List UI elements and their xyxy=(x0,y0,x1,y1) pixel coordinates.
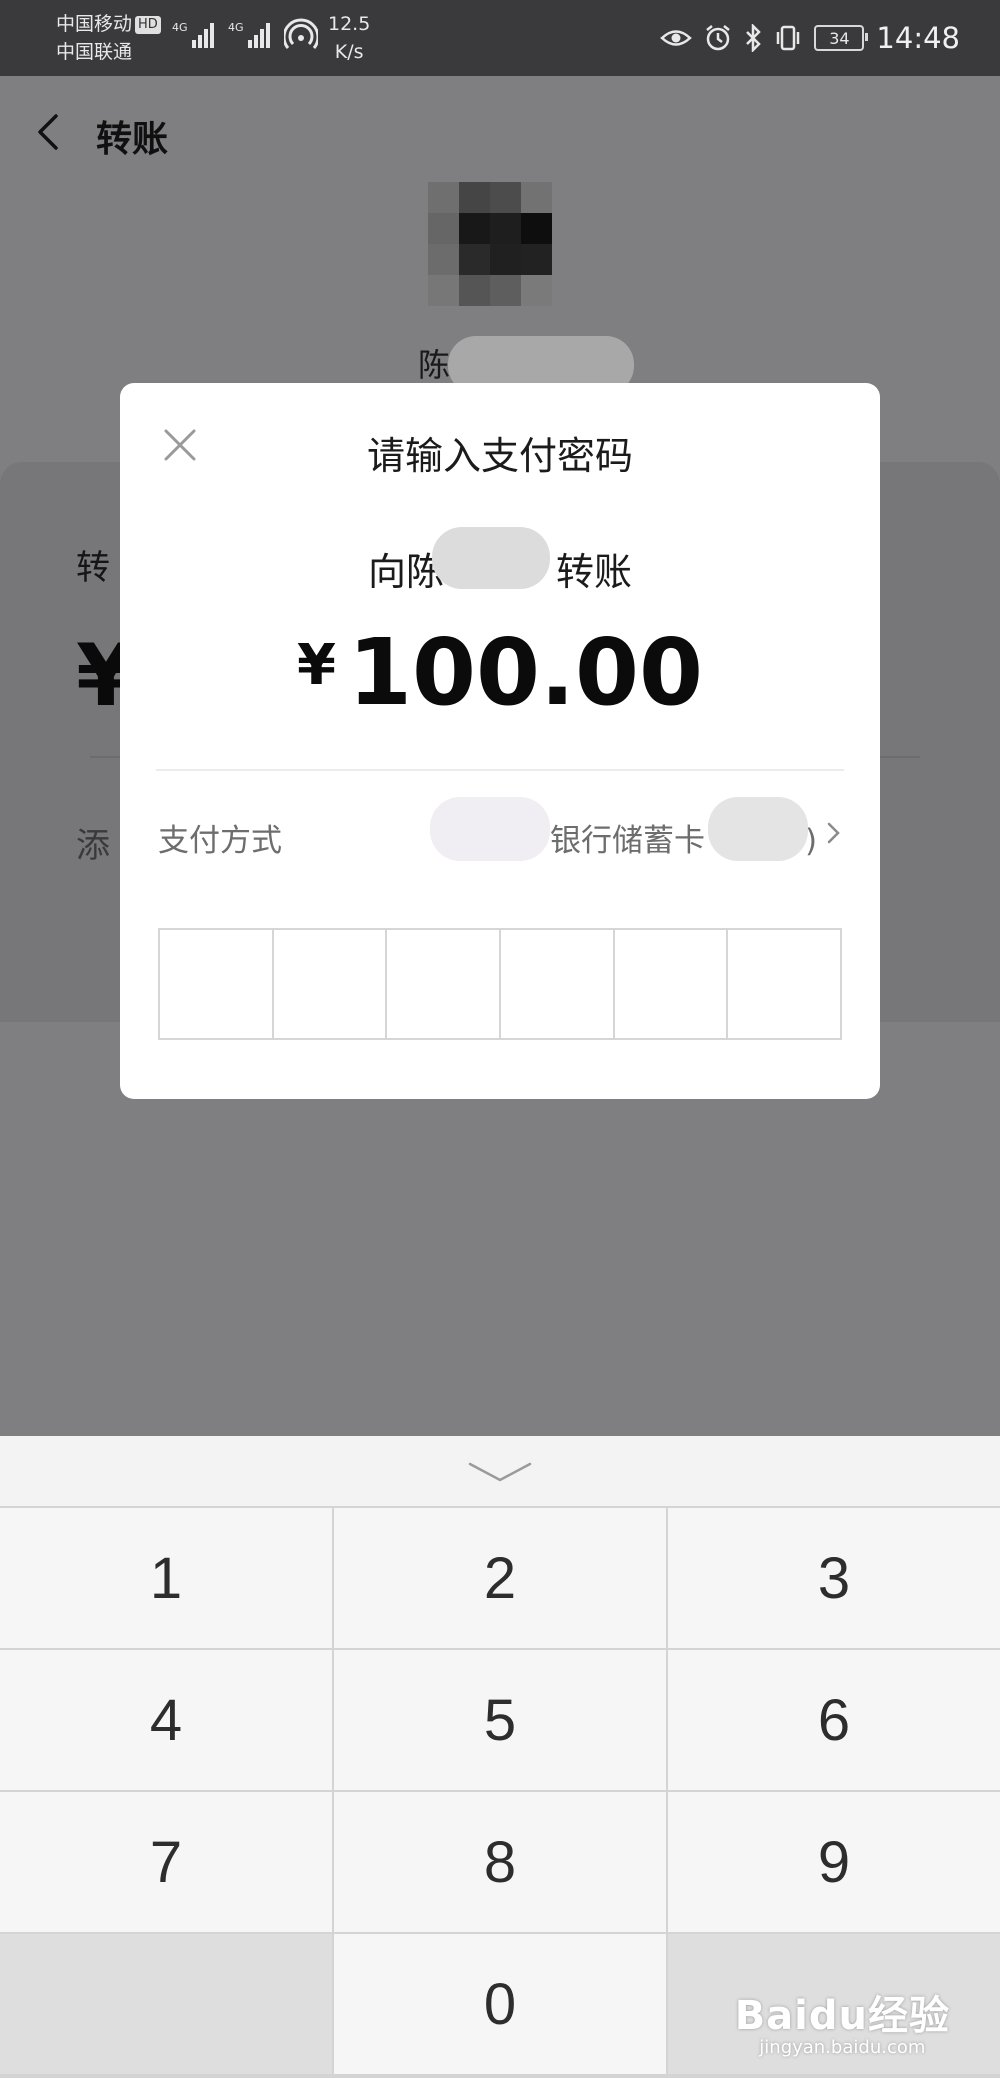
amount-value: 100.00 xyxy=(347,619,703,726)
currency-symbol: ¥ xyxy=(297,633,336,698)
page-title: 转账 xyxy=(96,119,169,160)
recipient-name: 陈 xyxy=(418,346,451,384)
recipient-redaction xyxy=(432,527,550,589)
key-4[interactable]: 4 xyxy=(0,1650,332,1790)
password-digit-box xyxy=(728,930,840,1038)
bluetooth-icon xyxy=(746,24,762,52)
net-tag-1: 4G xyxy=(172,21,188,34)
payment-method-card: 银行储蓄卡 xyxy=(550,823,705,859)
transfer-amount: ¥100.00 xyxy=(120,619,880,726)
watermark-brand: Baidu经验 xyxy=(734,1993,950,2039)
network-speed: 12.5 K/s xyxy=(328,10,370,66)
card-number-redaction xyxy=(708,797,808,861)
vibrate-icon xyxy=(777,25,800,51)
signal-4g-icon-2: 4G xyxy=(228,21,270,48)
key-blank xyxy=(0,1934,332,2074)
alarm-icon xyxy=(706,25,731,51)
password-digit-box xyxy=(387,930,502,1038)
payment-method-label: 支付方式 xyxy=(158,823,282,859)
battery-level: 34 xyxy=(829,28,850,48)
numeric-keypad: 1 2 3 4 5 6 7 8 9 0 Baidu经验 jingyan.baid… xyxy=(0,1436,1000,2078)
password-input[interactable] xyxy=(158,928,842,1040)
chevron-right-icon[interactable] xyxy=(825,819,843,847)
signal-4g-icon: 4G xyxy=(172,21,214,48)
watermark-url: jingyan.baidu.com xyxy=(759,2037,926,2058)
add-note-link[interactable]: 添 xyxy=(76,818,110,867)
avatar xyxy=(428,182,552,306)
key-0[interactable]: 0 xyxy=(334,1934,666,2074)
net-tag-2: 4G xyxy=(228,21,244,34)
password-digit-box xyxy=(160,930,274,1038)
carrier-2: 中国联通 xyxy=(56,41,133,63)
dialog-title: 请输入支付密码 xyxy=(366,434,633,478)
key-7[interactable]: 7 xyxy=(0,1792,332,1932)
speed-unit: K/s xyxy=(334,41,364,63)
speed-value: 12.5 xyxy=(328,13,371,35)
key-1[interactable]: 1 xyxy=(0,1508,332,1648)
eye-comfort-icon xyxy=(660,30,693,46)
key-8[interactable]: 8 xyxy=(334,1792,666,1932)
password-digit-box xyxy=(615,930,729,1038)
back-icon[interactable] xyxy=(30,112,70,152)
carrier-info: 中国移动 HD 中国联通 xyxy=(56,10,161,66)
key-9[interactable]: 9 xyxy=(668,1792,1000,1932)
bank-name-redaction xyxy=(430,797,550,861)
hd-badge: HD xyxy=(135,15,161,34)
key-2[interactable]: 2 xyxy=(334,1508,666,1648)
hotspot-icon xyxy=(284,18,318,49)
transfer-amount-label: 转 xyxy=(76,548,110,588)
status-icons: 34 14:48 xyxy=(660,16,960,60)
transfer-to-suffix: 转账 xyxy=(556,550,633,594)
key-5[interactable]: 5 xyxy=(334,1650,666,1790)
password-digit-box xyxy=(274,930,388,1038)
carrier-1: 中国移动 xyxy=(56,13,133,35)
key-6[interactable]: 6 xyxy=(668,1650,1000,1790)
status-time: 14:48 xyxy=(876,21,960,55)
keypad-toolbar xyxy=(0,1436,1000,1506)
battery-icon: 34 xyxy=(814,25,869,51)
status-bar: 中国移动 HD 中国联通 4G 4G 12.5 K/s 34 14:48 xyxy=(0,0,1000,76)
payment-password-dialog: 请输入支付密码 向陈 转账 ¥100.00 支付方式 银行储蓄卡) xyxy=(120,383,880,1099)
password-digit-box xyxy=(501,930,615,1038)
divider xyxy=(156,769,844,771)
watermark: Baidu经验 jingyan.baidu.com xyxy=(735,1983,950,2058)
collapse-keyboard-icon[interactable] xyxy=(466,1460,534,1484)
key-3[interactable]: 3 xyxy=(668,1508,1000,1648)
